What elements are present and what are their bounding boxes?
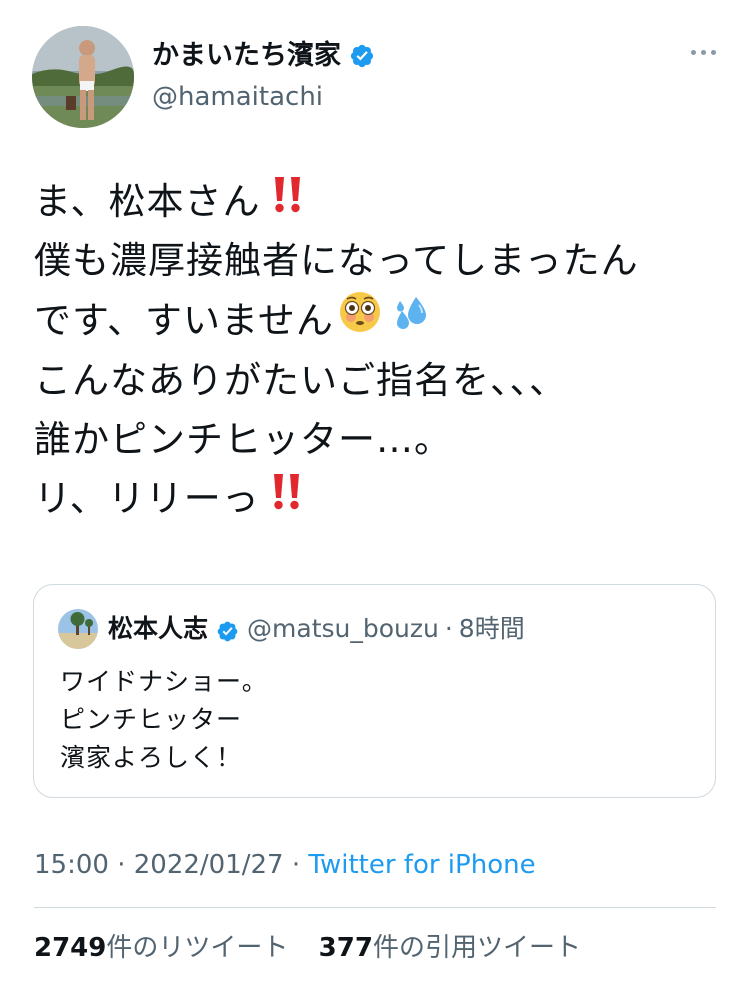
tweet-line: です、すいません (34, 290, 724, 351)
tweet-line: こんなありがたいご指名を、、、 (34, 351, 724, 410)
tweet-time[interactable]: 15:00 (34, 850, 109, 880)
retweets-stat[interactable]: 2749件のリツイート (34, 933, 288, 963)
author-handle[interactable]: @hamaitachi (152, 80, 323, 114)
tweet-line-text: です、すいません (34, 299, 334, 342)
tweet-line: 僕も濃厚接触者になってしまったん (34, 231, 724, 290)
quoted-separator: · (444, 614, 453, 643)
double-exclamation-icon (271, 172, 305, 231)
quoted-line: ピンチヒッター (60, 705, 243, 734)
meta-separator: · (117, 850, 126, 880)
quoted-line: 濱家よろしく！ (60, 743, 243, 772)
more-icon[interactable] (691, 50, 716, 55)
tweet-line: ま、松本さん (34, 172, 724, 231)
tweet-stats: 2749件のリツイート 377件の引用ツイート (34, 930, 603, 966)
quotes-stat[interactable]: 377件の引用ツイート (319, 933, 581, 963)
quoted-timestamp[interactable]: 8時間 (459, 612, 525, 646)
quotes-count: 377 (318, 933, 373, 963)
author-display-name-row[interactable]: かまいたち濱家 (152, 38, 375, 74)
divider (34, 907, 716, 908)
verified-badge-icon (216, 618, 239, 641)
quoted-author-name[interactable]: 松本人志 (108, 612, 208, 646)
quoted-line: ワイドナショー。 (60, 667, 268, 696)
tweet-text: ま、松本さん 僕も濃厚接触者になってしまったん です、すいません こんなありがた… (34, 172, 724, 528)
quotes-label: 件の引用ツイート (372, 933, 581, 963)
verified-badge-icon (349, 43, 375, 69)
retweets-count: 2749 (34, 933, 107, 963)
flushed-face-icon (338, 290, 382, 351)
quoted-author-handle[interactable]: @matsu_bouzu (247, 612, 439, 646)
author-display-name[interactable]: かまいたち濱家 (152, 38, 341, 74)
quoted-text: ワイドナショー。 ピンチヒッター 濱家よろしく！ (60, 663, 268, 777)
quoted-header: 松本人志 @matsu_bouzu · 8時間 (108, 612, 525, 646)
tweet-meta: 15:00 · 2022/01/27 · Twitter for iPhone (34, 848, 536, 882)
author-avatar[interactable] (32, 26, 134, 128)
meta-separator: · (291, 850, 301, 880)
tweet-line-text: 僕も濃厚接触者になってしまったん (34, 239, 639, 282)
tweet-source-link[interactable]: Twitter for iPhone (308, 850, 535, 880)
tweet-line: リ、リリーっ (34, 469, 724, 528)
tweet-line-text: こんなありがたいご指名を、、、 (34, 359, 567, 402)
tweet-line-text: ま、松本さん (34, 180, 261, 223)
sweat-droplets-icon (392, 291, 432, 350)
quoted-author-avatar[interactable] (58, 609, 98, 649)
tweet-date[interactable]: 2022/01/27 (134, 850, 284, 880)
tweet-line: 誰かピンチヒッター…。 (34, 410, 724, 469)
tweet-line-text: 誰かピンチヒッター…。 (34, 418, 452, 461)
tweet-line-text: リ、リリーっ (34, 477, 260, 520)
double-exclamation-icon (270, 469, 304, 528)
retweets-label: 件のリツイート (106, 933, 289, 963)
quoted-tweet-card[interactable]: 松本人志 @matsu_bouzu · 8時間 ワイドナショー。 ピンチヒッター… (33, 584, 716, 798)
